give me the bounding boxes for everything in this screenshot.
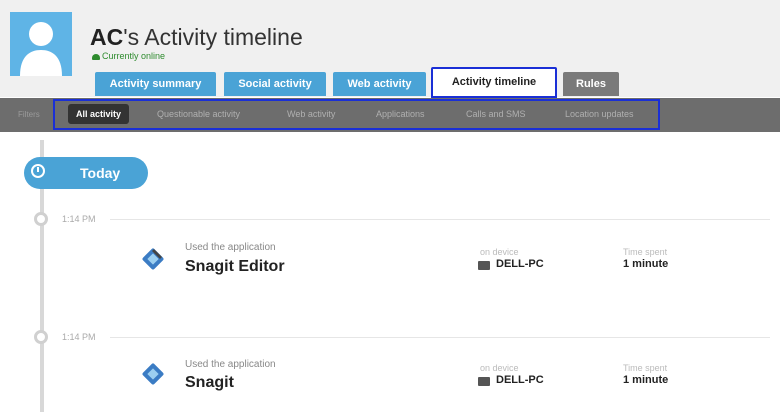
timeline-node — [34, 330, 48, 344]
avatar — [10, 12, 72, 76]
status-indicator: Currently online — [92, 51, 165, 61]
clock-icon — [31, 164, 45, 178]
time-spent: 1 minute — [623, 374, 669, 386]
device-icon — [478, 377, 490, 386]
filter-bar: Filters All activity Questionable activi… — [0, 98, 780, 132]
snagit-icon — [142, 363, 164, 385]
filter-applications[interactable]: Applications — [376, 109, 425, 119]
timeline-node — [34, 212, 48, 226]
device-label: on device — [480, 363, 519, 373]
device-icon — [478, 261, 490, 270]
entry-app-name: Snagit Editor — [185, 258, 285, 275]
filter-all-activity[interactable]: All activity — [68, 104, 130, 124]
device-name: DELL-PC — [496, 258, 544, 270]
filter-label: Filters — [18, 110, 40, 119]
filter-web-activity[interactable]: Web activity — [287, 109, 335, 119]
entry-app-name: Snagit — [185, 374, 234, 391]
today-label: Today — [80, 165, 121, 181]
filter-questionable-activity[interactable]: Questionable activity — [157, 109, 240, 119]
entry-action: Used the application — [185, 242, 276, 253]
filter-location-updates[interactable]: Location updates — [565, 109, 634, 119]
time-spent: 1 minute — [623, 258, 669, 270]
tab-rules[interactable]: Rules — [563, 72, 619, 96]
time-spent-label: Time spent — [623, 247, 668, 257]
tab-web-activity[interactable]: Web activity — [333, 72, 426, 96]
today-marker: Today — [24, 157, 148, 189]
filter-calls-sms[interactable]: Calls and SMS — [466, 109, 526, 119]
time-spent-label: Time spent — [623, 363, 668, 373]
profile-header: AC's Activity timeline Currently online … — [0, 0, 780, 98]
page-title: AC's Activity timeline — [90, 24, 303, 50]
tab-social-activity[interactable]: Social activity — [224, 72, 326, 96]
tab-activity-summary[interactable]: Activity summary — [95, 72, 216, 96]
entry-divider — [110, 337, 770, 338]
device-label: on device — [480, 247, 519, 257]
status-text: Currently online — [102, 51, 166, 61]
device-name: DELL-PC — [496, 374, 544, 386]
tab-activity-timeline[interactable]: Activity timeline — [431, 67, 557, 98]
entry-time: 1:14 PM — [62, 214, 96, 224]
user-silhouette-icon — [20, 22, 62, 76]
snagit-editor-icon — [142, 248, 164, 270]
entry-divider — [110, 219, 770, 220]
online-icon — [92, 53, 100, 60]
entry-time: 1:14 PM — [62, 332, 96, 342]
entry-action: Used the application — [185, 359, 276, 370]
